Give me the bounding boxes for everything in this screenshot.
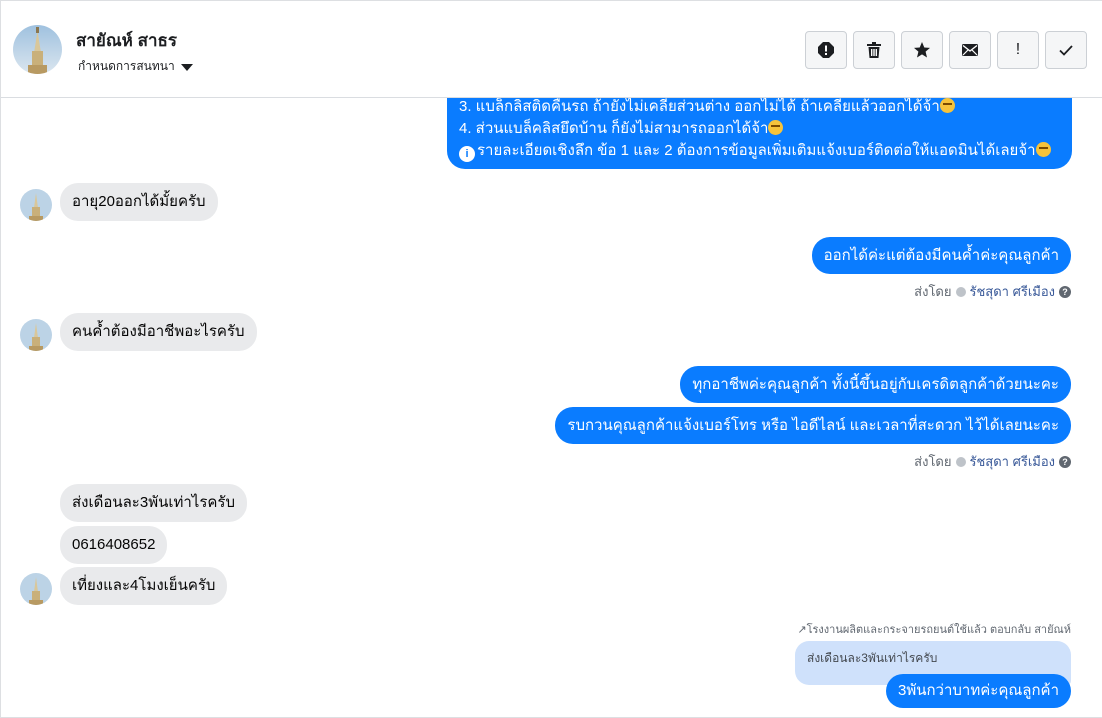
conversation-panel: สายัณห์ สาธร กำหนดการสนทนา ! 3. แบล็กลิส…: [0, 0, 1102, 718]
schedule-label: กำหนดการสนทนา: [78, 59, 175, 73]
agent-icon: [955, 286, 966, 297]
mail-icon: [962, 44, 978, 56]
emoji-icon: [1035, 142, 1051, 157]
message-bubble-incoming[interactable]: อายุ20ออกได้มั้ยครับ: [60, 183, 218, 221]
message-thread[interactable]: 3. แบล็กลิสติดคืนรถ ถ้ายังไม่เคลียส่วนต่…: [1, 98, 1102, 717]
reply-note-text: โรงงานผลิตและกระจายรถยนต์ใช้แล้ว ตอบกลับ…: [806, 624, 1071, 636]
help-icon[interactable]: ?: [1059, 285, 1071, 298]
message-bubble-incoming[interactable]: เที่ยงและ4โมงเย็นครับ: [60, 567, 228, 605]
sent-by-label: ส่งโดย: [914, 454, 952, 469]
mark-done-button[interactable]: [1045, 31, 1087, 69]
header-actions: !: [805, 31, 1087, 69]
star-button[interactable]: [901, 31, 943, 69]
message-text: 4. ส่วนแบล็คลิสยึดบ้าน ก็ยังไม่สามารถออก…: [459, 120, 769, 137]
check-icon: [1059, 45, 1073, 56]
exclamation-icon: !: [1015, 41, 1021, 58]
sent-by-info: ส่งโดย รัชสุดา ศรีเมือง ?: [914, 281, 1071, 302]
message-text: รายละเอียดเชิงลึก ข้อ 1 และ 2 ต้องการข้อ…: [477, 142, 1036, 159]
contact-avatar-small: [20, 319, 52, 351]
caret-down-icon: [180, 63, 193, 71]
mark-important-button[interactable]: !: [997, 31, 1039, 69]
contact-name: สายัณห์ สาธร: [76, 31, 178, 50]
mark-unread-button[interactable]: [949, 31, 991, 69]
emoji-icon: [768, 120, 784, 135]
message-bubble-outgoing[interactable]: ทุกอาชีพค่ะคุณลูกค้า ทั้งนี้ขึ้นอยู่กับเ…: [680, 366, 1071, 403]
sent-by-label: ส่งโดย: [914, 284, 952, 299]
message-bubble-outgoing[interactable]: 3พันกว่าบาทค่ะคุณลูกค้า: [885, 674, 1071, 708]
agent-icon: [955, 456, 966, 467]
trash-icon: [867, 42, 881, 58]
contact-avatar-small: [20, 573, 52, 605]
info-icon: i: [459, 146, 475, 162]
sent-by-agent[interactable]: รัชสุดา ศรีเมือง: [970, 451, 1056, 472]
message-bubble-outgoing[interactable]: รบกวนคุณลูกค้าแจ้งเบอร์โทร หรือ ไอดีไลน์…: [555, 407, 1071, 444]
contact-avatar[interactable]: [13, 25, 62, 74]
star-icon: [914, 42, 930, 58]
message-bubble-incoming[interactable]: 0616408652: [60, 526, 168, 564]
message-bubble-outgoing[interactable]: ออกได้ค่ะแต่ต้องมีคนค้ำค่ะคุณลูกค้า: [811, 237, 1071, 274]
alert-icon: [818, 42, 834, 58]
reply-note: ↗โรงงานผลิตและกระจายรถยนต์ใช้แล้ว ตอบกลั…: [797, 620, 1071, 638]
reply-arrow-icon: ↗: [797, 624, 807, 636]
message-bubble-incoming[interactable]: คนค้ำต้องมีอาชีพอะไรครับ: [60, 313, 257, 351]
emoji-icon: [939, 98, 955, 113]
sent-by-info: ส่งโดย รัชสุดา ศรีเมือง ?: [914, 451, 1071, 472]
delete-button[interactable]: [853, 31, 895, 69]
help-icon[interactable]: ?: [1059, 455, 1071, 468]
message-bubble-outgoing[interactable]: 3. แบล็กลิสติดคืนรถ ถ้ายังไม่เคลียส่วนต่…: [447, 98, 1072, 169]
message-bubble-incoming[interactable]: ส่งเดือนละ3พันเท่าไรครับ: [60, 484, 247, 522]
sent-by-agent[interactable]: รัชสุดา ศรีเมือง: [970, 281, 1056, 302]
conversation-header: สายัณห์ สาธร กำหนดการสนทนา !: [1, 1, 1102, 98]
contact-avatar-small: [20, 189, 52, 221]
message-text: 3. แบล็กลิสติดคืนรถ ถ้ายังไม่เคลียส่วนต่…: [459, 98, 940, 115]
conversation-schedule-dropdown[interactable]: กำหนดการสนทนา: [78, 57, 193, 76]
report-button[interactable]: [805, 31, 847, 69]
